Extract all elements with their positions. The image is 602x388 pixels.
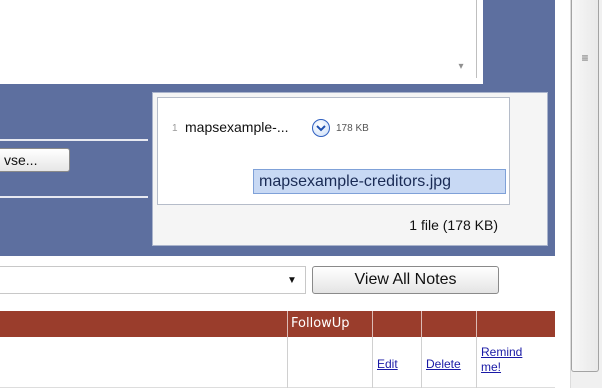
chevron-down-icon[interactable]: ▼ [282,273,302,289]
comment-textarea[interactable] [0,0,477,78]
scrollbar-grip-icon: ≡ [581,51,589,65]
delete-link[interactable]: Delete [426,357,461,371]
panel-border-strip [483,0,555,84]
view-all-notes-button[interactable]: View All Notes [312,266,499,294]
header-separator [421,311,422,337]
header-separator [476,311,477,337]
notes-filter-select[interactable] [0,266,306,294]
upload-summary: 1 file (178 KB) [409,217,498,233]
edit-link[interactable]: Edit [377,357,398,371]
file-size: 178 KB [336,123,369,134]
browse-button[interactable]: vse... [0,148,70,172]
file-index: 1 [172,123,178,134]
notes-table-header [0,311,555,337]
remind-me-link[interactable]: Remind me! [481,345,541,375]
panel-divider [0,196,148,198]
followup-column-header: FollowUp [291,316,350,331]
cell-separator [372,337,373,388]
cell-separator [476,337,477,388]
panel-divider [0,139,148,141]
textarea-scroll-down-icon[interactable]: ▾ [454,60,468,74]
header-separator [372,311,373,337]
file-name: mapsexample-... [185,119,289,135]
cell-separator [421,337,422,388]
table-row [0,337,555,388]
cell-separator [287,337,288,388]
file-options-chevron-icon[interactable] [312,119,330,137]
page-gutter [555,0,570,388]
file-name-tooltip: mapsexample-creditors.jpg [253,169,506,194]
